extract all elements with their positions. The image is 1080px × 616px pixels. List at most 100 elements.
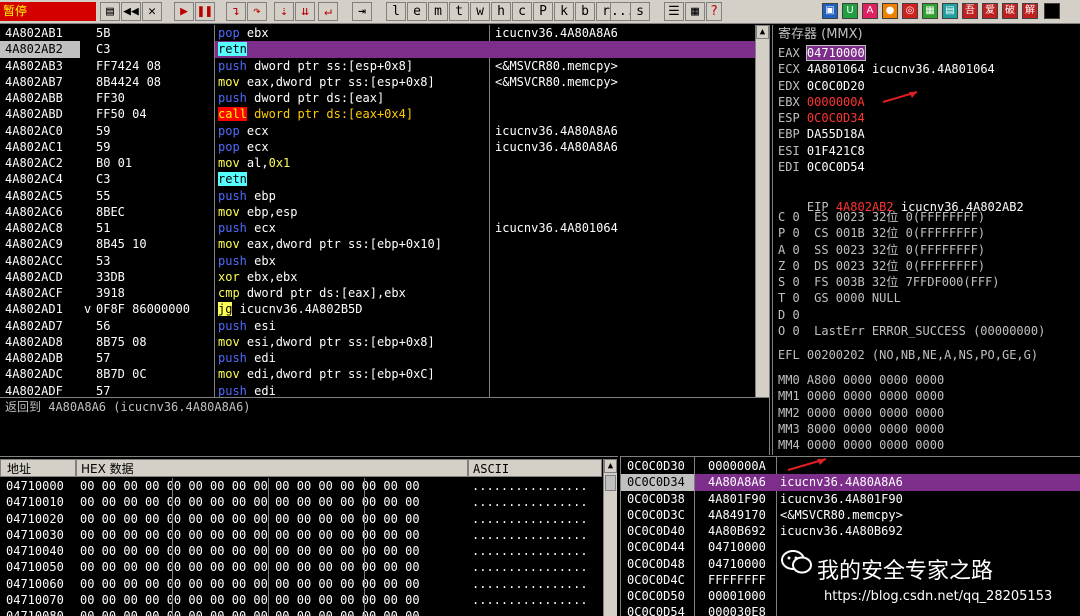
stack-row[interactable]: 0C0C0D40 4A80B692 icucnv36.4A80B692 bbox=[621, 523, 1080, 539]
dump-row[interactable]: 04710070 00 00 00 00 00 00 00 00 00 00 00… bbox=[0, 592, 602, 608]
flag-row[interactable]: S 0 FS 003B 32位 7FFDF000(FFF) bbox=[778, 274, 1000, 290]
toolbar-button-p[interactable]: P bbox=[533, 2, 553, 21]
disasm-row[interactable]: 4A802AC6 8BEC mov ebp,esp bbox=[0, 204, 755, 220]
close-icon[interactable]: ✕ bbox=[142, 2, 162, 21]
toolbar-button-s[interactable]: s bbox=[630, 2, 650, 21]
open-icon[interactable]: ▤ bbox=[100, 2, 120, 21]
disasm-row[interactable]: 4A802AD7 56 push esi bbox=[0, 318, 755, 334]
disasm-row[interactable]: 4A802ACF 3918 cmp dword ptr ds:[eax],ebx bbox=[0, 285, 755, 301]
disasm-row[interactable]: 4A802AB2 C3 retn bbox=[0, 41, 755, 58]
dump-row[interactable]: 04710030 00 00 00 00 00 00 00 00 00 00 00… bbox=[0, 527, 602, 543]
flag-row[interactable]: P 0 CS 001B 32位 0(FFFFFFFF) bbox=[778, 225, 985, 241]
disasm-row[interactable]: 4A802ADF 57 push edi bbox=[0, 383, 755, 398]
disasm-row[interactable]: 4A802AC5 55 push ebp bbox=[0, 188, 755, 204]
plugin-grid-icon[interactable]: ▦ bbox=[922, 3, 938, 19]
run-icon[interactable]: ▶ bbox=[174, 2, 194, 21]
list-icon[interactable]: ☰ bbox=[664, 2, 684, 21]
trace-into-icon[interactable]: ⇣ bbox=[274, 2, 294, 21]
disasm-row[interactable]: 4A802AC2 B0 01 mov al,0x1 bbox=[0, 155, 755, 171]
disasm-row[interactable]: 4A802ABB FF30 push dword ptr ds:[eax] bbox=[0, 90, 755, 106]
toolbar-button-h[interactable]: h bbox=[491, 2, 511, 21]
dump-row[interactable]: 04710040 00 00 00 00 00 00 00 00 00 00 00… bbox=[0, 543, 602, 559]
dump-header-ascii[interactable]: ASCII bbox=[468, 459, 602, 477]
disasm-row[interactable]: 4A802ABD FF50 04 call dword ptr ds:[eax+0x… bbox=[0, 106, 755, 122]
disasm-row[interactable]: 4A802AC0 59 pop ecx icucnv36.4A80A8A6 bbox=[0, 123, 755, 139]
goto-icon[interactable]: ⇥ bbox=[352, 2, 372, 21]
pause-icon[interactable]: ❚❚ bbox=[195, 2, 215, 21]
dump-scrollbar[interactable]: ▲ bbox=[603, 459, 617, 616]
disasm-row[interactable]: 4A802AB7 8B4424 08 mov eax,dword ptr ss:[e… bbox=[0, 74, 755, 90]
stack-pane[interactable]: 0C0C0D30 0000000A 0C0C0D34 4A80A8A6 icucnv36… bbox=[620, 456, 1080, 616]
toolbar-button-m[interactable]: m bbox=[428, 2, 448, 21]
plugin-solve-icon[interactable]: 解 bbox=[1022, 3, 1038, 19]
stack-row[interactable]: 0C0C0D38 4A801F90 icucnv36.4A801F90 bbox=[621, 491, 1080, 507]
register-eip[interactable]: EIP 4A802AB2 icucnv36.4A802AB2 bbox=[778, 183, 1024, 214]
disasm-row[interactable]: 4A802AC9 8B45 10 mov eax,dword ptr ss:[ebp… bbox=[0, 236, 755, 252]
toolbar-button-b[interactable]: b bbox=[575, 2, 595, 21]
register-ebp[interactable]: EBP DA55D18A bbox=[778, 126, 865, 142]
dump-row[interactable]: 04710000 00 00 00 00 00 00 00 00 00 00 00… bbox=[0, 478, 602, 494]
mmx-register[interactable]: MM0 A800 0000 0000 0000 bbox=[778, 372, 944, 388]
stack-row[interactable]: 0C0C0D54 000030E8 bbox=[621, 604, 1080, 616]
register-eax[interactable]: EAX 04710000 bbox=[778, 45, 866, 61]
scroll-up-icon[interactable]: ▲ bbox=[604, 459, 617, 473]
flag-row[interactable]: D 0 bbox=[778, 307, 800, 323]
toolbar-button-w[interactable]: w bbox=[470, 2, 490, 21]
register-esp[interactable]: ESP 0C0C0D34 bbox=[778, 110, 865, 126]
plugin-target-icon[interactable]: ◎ bbox=[902, 3, 918, 19]
mmx-register[interactable]: MM2 0000 0000 0000 0000 bbox=[778, 405, 944, 421]
toolbar-button-help[interactable]: ? bbox=[706, 2, 722, 21]
dump-row[interactable]: 04710050 00 00 00 00 00 00 00 00 00 00 00… bbox=[0, 559, 602, 575]
restart-icon[interactable]: ◀◀ bbox=[121, 2, 141, 21]
scroll-thumb[interactable] bbox=[605, 475, 616, 491]
register-esi[interactable]: ESI 01F421C8 bbox=[778, 143, 865, 159]
stack-row[interactable]: 0C0C0D3C 4A849170 <&MSVCR80.memcpy> bbox=[621, 507, 1080, 523]
register-ecx[interactable]: ECX 4A801064 icucnv36.4A801064 bbox=[778, 61, 995, 77]
mmx-register[interactable]: MM3 8000 0000 0000 0000 bbox=[778, 421, 944, 437]
toolbar-button-t[interactable]: t bbox=[449, 2, 469, 21]
registers-pane[interactable]: 寄存器 (MMX) EAX 04710000 ECX 4A801064 icucn… bbox=[772, 25, 1080, 455]
stack-row[interactable]: 0C0C0D30 0000000A bbox=[621, 458, 1080, 474]
flag-row[interactable]: T 0 GS 0000 NULL bbox=[778, 290, 901, 306]
register-ebx[interactable]: EBX 0000000A bbox=[778, 94, 865, 110]
execute-till-return-icon[interactable]: ↵ bbox=[318, 2, 338, 21]
stack-row[interactable]: 0C0C0D34 4A80A8A6 icucnv36.4A80A8A6 bbox=[621, 474, 1080, 491]
dump-row[interactable]: 04710060 00 00 00 00 00 00 00 00 00 00 00… bbox=[0, 576, 602, 592]
dump-row[interactable]: 04710010 00 00 00 00 00 00 00 00 00 00 00… bbox=[0, 494, 602, 510]
grid-icon[interactable]: ▦ bbox=[685, 2, 705, 21]
disasm-row[interactable]: 4A802AD1 0F8F 86000000 v jg icucnv36.4A802B… bbox=[0, 301, 755, 317]
disasm-row[interactable]: 4A802AC8 51 push ecx icucnv36.4A801064 bbox=[0, 220, 755, 236]
step-into-icon[interactable]: ↴ bbox=[226, 2, 246, 21]
disasm-row[interactable]: 4A802AB3 FF7424 08 push dword ptr ss:[esp+… bbox=[0, 58, 755, 74]
plugin-crack-icon[interactable]: 破 bbox=[1002, 3, 1018, 19]
plugin-table-icon[interactable]: ▤ bbox=[942, 3, 958, 19]
disasm-row[interactable]: 4A802ADB 57 push edi bbox=[0, 350, 755, 366]
mmx-register[interactable]: MM1 0000 0000 0000 0000 bbox=[778, 388, 944, 404]
disassembly-pane[interactable]: 4A802AB1 5B pop ebx icucnv36.4A80A8A6 4A802A… bbox=[0, 25, 770, 397]
step-over-icon[interactable]: ↷ bbox=[247, 2, 267, 21]
disasm-row[interactable]: 4A802AC4 C3 retn bbox=[0, 171, 755, 187]
trace-over-icon[interactable]: ⇊ bbox=[295, 2, 315, 21]
disasm-row[interactable]: 4A802AC1 59 pop ecx icucnv36.4A80A8A6 bbox=[0, 139, 755, 155]
disasm-row[interactable]: 4A802ACD 33DB xor ebx,ebx bbox=[0, 269, 755, 285]
dump-row[interactable]: 04710080 00 00 00 00 00 00 00 00 00 00 00… bbox=[0, 608, 602, 616]
mmx-register[interactable]: MM4 0000 0000 0000 0000 bbox=[778, 437, 944, 453]
disassembly-scrollbar[interactable]: ▲ bbox=[755, 25, 769, 397]
plugin-u-icon[interactable]: U bbox=[842, 3, 858, 19]
flag-row[interactable]: C 0 ES 0023 32位 0(FFFFFFFF) bbox=[778, 209, 985, 225]
flag-row[interactable]: O 0 LastErr ERROR_SUCCESS (00000000) bbox=[778, 323, 1045, 339]
disasm-row[interactable]: 4A802ACC 53 push ebx bbox=[0, 253, 755, 269]
dump-header-address[interactable]: 地址 bbox=[0, 459, 76, 477]
plugin-black-icon[interactable] bbox=[1044, 3, 1060, 19]
dump-pane[interactable]: 地址 HEX 数据 ASCII 04710000 00 00 00 00 00 0… bbox=[0, 456, 618, 616]
disasm-row[interactable]: 4A802AB1 5B pop ebx icucnv36.4A80A8A6 bbox=[0, 25, 755, 41]
disasm-row[interactable]: 4A802AD8 8B75 08 mov esi,dword ptr ss:[ebp… bbox=[0, 334, 755, 350]
plugin-symbol-icon[interactable]: 吾 bbox=[962, 3, 978, 19]
plugin-symbol2-icon[interactable]: 爱 bbox=[982, 3, 998, 19]
register-edi[interactable]: EDI 0C0C0D54 bbox=[778, 159, 865, 175]
toolbar-button-c[interactable]: c bbox=[512, 2, 532, 21]
toolbar-button-l[interactable]: l bbox=[386, 2, 406, 21]
flag-row[interactable]: A 0 SS 0023 32位 0(FFFFFFFF) bbox=[778, 242, 985, 258]
disasm-row[interactable]: 4A802ADC 8B7D 0C mov edi,dword ptr ss:[ebp… bbox=[0, 366, 755, 382]
register-edx[interactable]: EDX 0C0C0D20 bbox=[778, 78, 865, 94]
